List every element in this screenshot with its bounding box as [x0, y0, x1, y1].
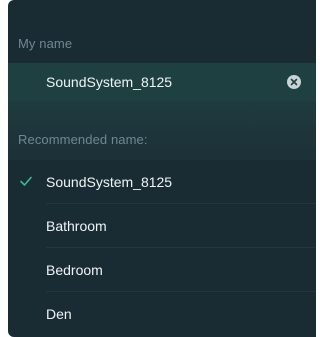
recommended-item-soundsystem[interactable]: SoundSystem_8125 [8, 160, 316, 204]
checkmark-icon [20, 176, 32, 186]
list-item-label: Bathroom [46, 218, 107, 234]
list-item-label: Bedroom [46, 262, 103, 278]
device-name-panel: My name SoundSystem_8125 Recommended nam… [8, 0, 316, 337]
recommended-header: Recommended name: [8, 101, 316, 160]
list-item-label: Den [46, 306, 72, 322]
list-item-label: SoundSystem_8125 [46, 174, 173, 190]
clear-icon[interactable] [287, 75, 301, 89]
recommended-name-list: SoundSystem_8125 Bathroom Bedroom Den [8, 160, 316, 336]
recommended-item-bedroom[interactable]: Bedroom [8, 248, 316, 292]
recommended-name-label: Recommended name: [18, 132, 148, 147]
recommended-item-bathroom[interactable]: Bathroom [8, 204, 316, 248]
device-name-field[interactable]: SoundSystem_8125 [8, 63, 316, 101]
my-name-label: My name [18, 36, 73, 51]
recommended-item-den[interactable]: Den [8, 292, 316, 336]
device-name-value[interactable]: SoundSystem_8125 [46, 74, 172, 90]
